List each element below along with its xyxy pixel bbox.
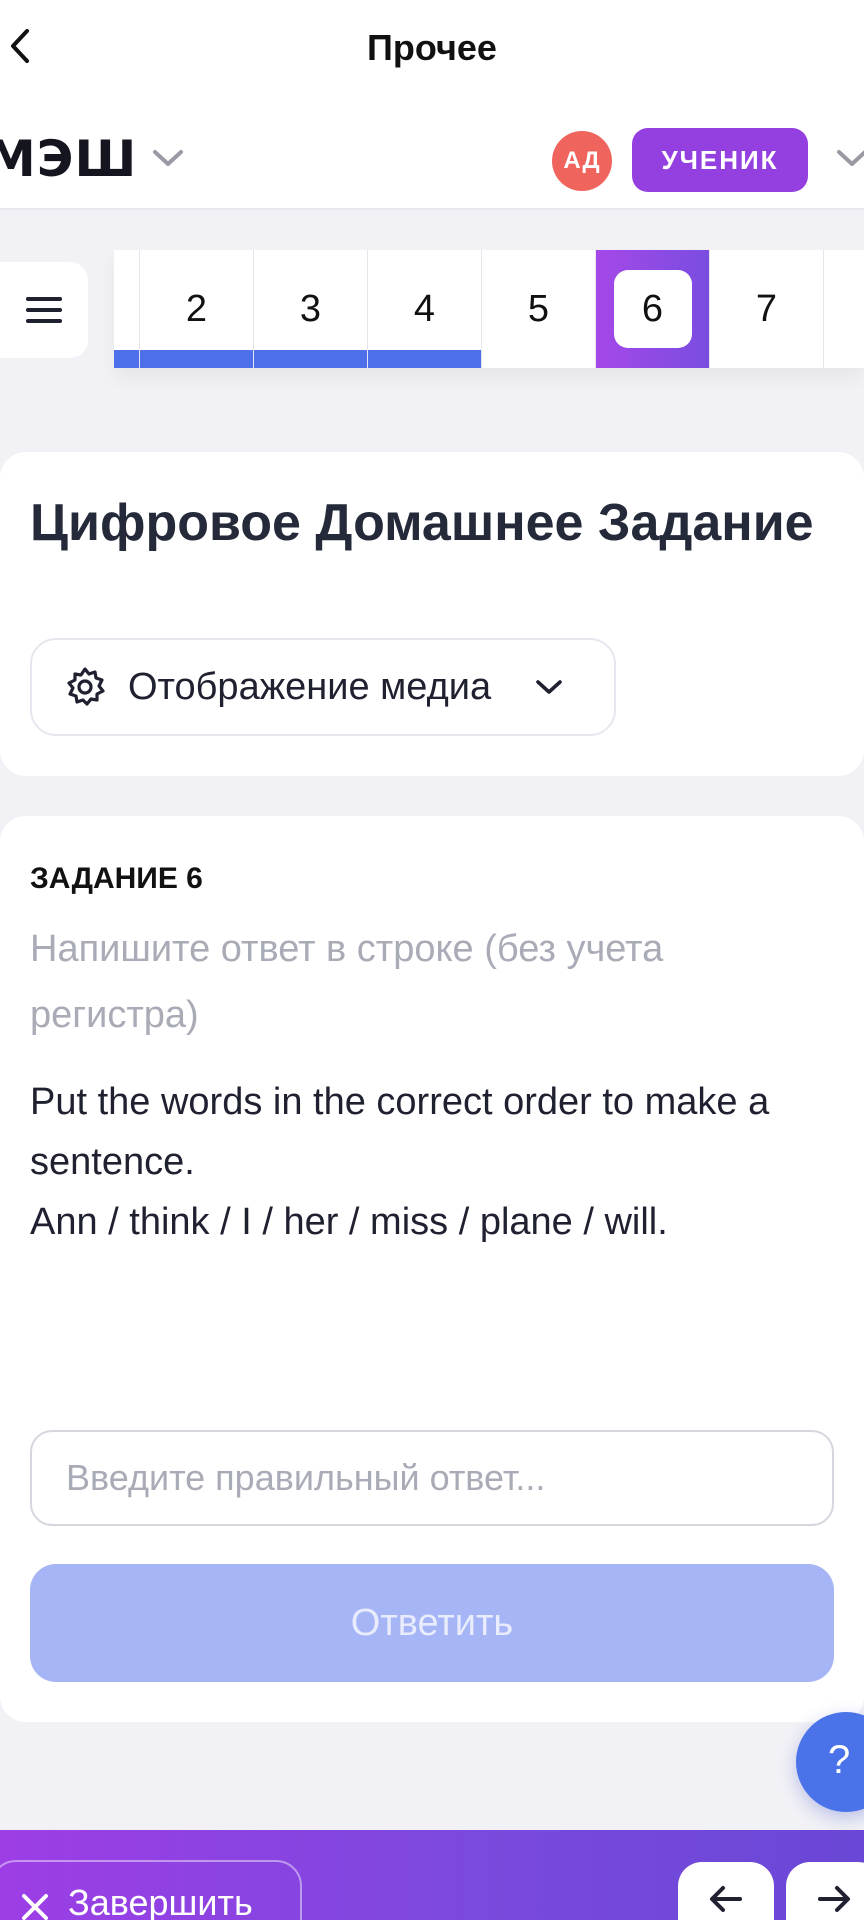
gear-icon	[67, 667, 105, 706]
question-tab[interactable]: 3	[254, 250, 368, 368]
media-display-dropdown[interactable]: Отображение медиа	[30, 638, 616, 736]
arrow-left-icon	[710, 1886, 742, 1912]
answered-indicator	[140, 350, 253, 368]
brand-row: МЭШ АД УЧЕНИК	[0, 96, 864, 210]
chevron-down-icon[interactable]	[152, 148, 184, 168]
task-instruction: Put the words in the correct order to ma…	[30, 1081, 770, 1183]
task-words: Ann / think / I / her / miss / plane / w…	[30, 1201, 668, 1243]
avatar[interactable]: АД	[552, 131, 612, 191]
question-tab-partial[interactable]	[114, 250, 140, 368]
brand-logo[interactable]: МЭШ	[0, 130, 137, 188]
finish-label: Завершить	[68, 1882, 253, 1920]
question-number: 5	[527, 287, 550, 330]
answered-indicator	[114, 350, 139, 368]
question-tab[interactable]: 2	[140, 250, 254, 368]
page-header-title: Прочее	[367, 27, 497, 68]
task-text: Put the words in the correct order to ma…	[30, 1072, 850, 1252]
media-display-label: Отображение медиа	[128, 665, 492, 708]
close-icon	[22, 1894, 48, 1920]
task-hint: Напишите ответ в строке (без учета регис…	[30, 928, 664, 1036]
chevron-left-icon	[11, 29, 29, 63]
questions-menu-button[interactable]	[0, 262, 88, 358]
question-number: 2	[185, 287, 208, 330]
task-card: ЗАДАНИЕ 6 Напишите ответ в строке (без у…	[0, 816, 864, 1722]
chevron-down-icon[interactable]	[836, 148, 864, 168]
answered-indicator	[254, 350, 367, 368]
question-number: 6	[641, 287, 664, 330]
page-title: Цифровое Домашнее Задание	[30, 494, 814, 552]
question-number: 4	[413, 287, 436, 330]
homework-header-card: Цифровое Домашнее Задание Отображение ме…	[0, 452, 864, 776]
bottom-bar: Завершить	[0, 1830, 864, 1920]
task-label: ЗАДАНИЕ 6	[30, 862, 203, 895]
question-tab[interactable]: 7	[710, 250, 824, 368]
next-question-button[interactable]	[786, 1862, 864, 1920]
answer-input[interactable]	[30, 1430, 834, 1526]
submit-answer-button[interactable]: Ответить	[30, 1564, 834, 1682]
previous-question-button[interactable]	[678, 1862, 774, 1920]
top-bar: Прочее	[0, 0, 864, 96]
arrow-right-icon	[818, 1886, 850, 1912]
chevron-down-icon	[536, 680, 562, 694]
question-tab-active[interactable]: 6	[596, 250, 710, 368]
question-number: 3	[299, 287, 322, 330]
back-button[interactable]	[0, 22, 40, 70]
role-badge[interactable]: УЧЕНИК	[632, 128, 808, 192]
question-tab[interactable]: 5	[482, 250, 596, 368]
help-button[interactable]: ?	[796, 1712, 864, 1812]
hamburger-icon	[26, 297, 62, 323]
answered-indicator	[368, 350, 481, 368]
question-number: 7	[755, 287, 778, 330]
finish-button[interactable]: Завершить	[0, 1860, 302, 1920]
question-strip: 2 3 4 5 6 7	[114, 250, 864, 368]
question-tab[interactable]: 4	[368, 250, 482, 368]
